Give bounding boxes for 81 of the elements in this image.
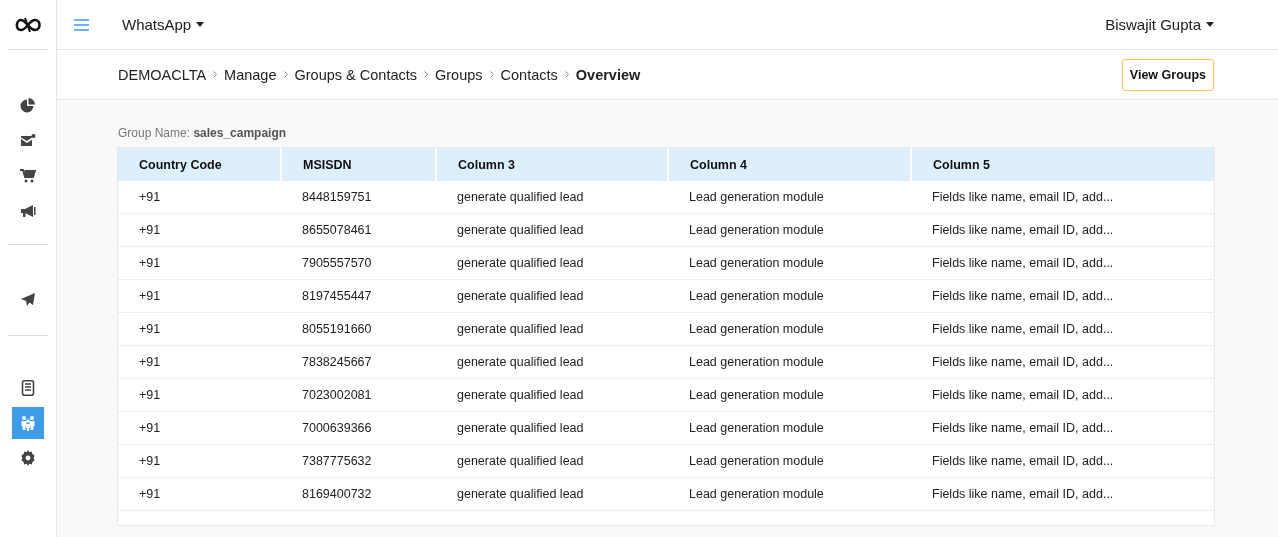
table-cell: Lead generation module bbox=[668, 444, 911, 478]
chevron-icon bbox=[424, 71, 428, 78]
table-cell: Lead generation module bbox=[668, 213, 911, 247]
table-cell: +91 bbox=[118, 213, 281, 247]
paper-plane-icon bbox=[20, 291, 36, 308]
user-dropdown[interactable]: Biswajit Gupta bbox=[1105, 14, 1214, 35]
table-cell: Lead generation module bbox=[668, 345, 911, 379]
table-cell: 8448159751 bbox=[281, 181, 436, 214]
table-cell: +91 bbox=[118, 411, 281, 445]
table-cell: Lead generation module bbox=[668, 246, 911, 280]
table-cell: Fields like name, email ID, add... bbox=[911, 411, 1214, 445]
table-cell: 8169400732 bbox=[281, 477, 436, 511]
table-cell: 7023002081 bbox=[281, 378, 436, 412]
people-icon bbox=[20, 414, 36, 431]
table-cell: generate qualified lead bbox=[436, 378, 668, 412]
table-cell: Lead generation module bbox=[668, 312, 911, 346]
megaphone-icon bbox=[20, 202, 36, 219]
chevron-icon bbox=[489, 71, 494, 78]
table-cell: generate qualified lead bbox=[436, 312, 668, 346]
table-cell: +91 bbox=[118, 279, 281, 313]
table-cell: Fields like name, email ID, add... bbox=[911, 345, 1214, 379]
table-cell: generate qualified lead bbox=[436, 345, 668, 379]
table-cell: +91 bbox=[118, 378, 281, 412]
table-cell: generate qualified lead bbox=[436, 477, 668, 511]
breadcrumb-current[interactable]: Overview bbox=[575, 66, 641, 83]
table-cell: Fields like name, email ID, add... bbox=[911, 444, 1214, 478]
table-cell: 7387775632 bbox=[281, 444, 436, 478]
table-cell: generate qualified lead bbox=[436, 444, 668, 478]
pie-chart-icon bbox=[20, 97, 36, 114]
table-cell: Fields like name, email ID, add... bbox=[911, 477, 1214, 511]
logo-icon bbox=[13, 16, 43, 33]
column-header: Column 4 bbox=[668, 148, 911, 181]
table-cell: Fields like name, email ID, add... bbox=[911, 279, 1214, 313]
settings-icon bbox=[20, 449, 36, 466]
breadcrumb-link[interactable]: Groups & Contacts bbox=[294, 66, 417, 83]
table-cell: 8055191660 bbox=[281, 312, 436, 346]
breadcrumb-link[interactable]: Contacts bbox=[500, 66, 558, 83]
table-cell: generate qualified lead bbox=[436, 279, 668, 313]
table-cell: 8655078461 bbox=[281, 213, 436, 247]
table-cell: +91 bbox=[118, 345, 281, 379]
table-cell: Fields like name, email ID, add... bbox=[911, 378, 1214, 412]
table-cell: Lead generation module bbox=[668, 411, 911, 445]
table-cell: +91 bbox=[118, 181, 281, 214]
table-cell: Lead generation module bbox=[668, 181, 911, 214]
table-cell: Lead generation module bbox=[668, 477, 911, 511]
column-header: MSISDN bbox=[281, 148, 436, 181]
chevron-icon bbox=[213, 71, 218, 78]
app-dropdown[interactable]: WhatsApp bbox=[122, 14, 205, 35]
table-cell: generate qualified lead bbox=[436, 181, 668, 214]
table-cell: generate qualified lead bbox=[436, 213, 668, 247]
table-cell: Fields like name, email ID, add... bbox=[911, 246, 1214, 280]
table-cell: +91 bbox=[118, 246, 281, 280]
table-cell: Fields like name, email ID, add... bbox=[911, 213, 1214, 247]
table-cell: 7905557570 bbox=[281, 246, 436, 280]
table-cell: Lead generation module bbox=[668, 279, 911, 313]
caret-icon bbox=[196, 22, 205, 27]
breadcrumb-link[interactable]: DEMOACLTA bbox=[118, 66, 207, 83]
view-groups-button[interactable]: View Groups bbox=[1121, 58, 1214, 91]
table-cell: +91 bbox=[118, 477, 281, 511]
column-header: Column 3 bbox=[436, 148, 668, 181]
document-icon bbox=[20, 379, 36, 396]
breadcrumb-link[interactable]: Groups bbox=[435, 66, 483, 83]
table-cell: generate qualified lead bbox=[436, 411, 668, 445]
table-cell: Fields like name, email ID, add... bbox=[911, 181, 1214, 214]
column-header: Country Code bbox=[118, 148, 281, 181]
table-cell: Lead generation module bbox=[668, 378, 911, 412]
table-cell: Fields like name, email ID, add... bbox=[911, 312, 1214, 346]
caret-icon bbox=[1206, 22, 1214, 27]
table-cell: 7838245667 bbox=[281, 345, 436, 379]
mail-icon bbox=[20, 132, 36, 149]
cart-icon bbox=[20, 167, 36, 184]
chevron-icon bbox=[564, 71, 569, 78]
table-cell: +91 bbox=[118, 444, 281, 478]
column-header: Column 5 bbox=[911, 148, 1214, 181]
table-cell: generate qualified lead bbox=[436, 246, 668, 280]
group-name-label: Group Name: sales_campaign bbox=[118, 126, 288, 140]
breadcrumb-link[interactable]: Manage bbox=[224, 66, 277, 83]
table-cell: +91 bbox=[118, 312, 281, 346]
table-cell: 7000639366 bbox=[281, 411, 436, 445]
table-cell: 8197455447 bbox=[281, 279, 436, 313]
chevron-icon bbox=[283, 71, 288, 78]
